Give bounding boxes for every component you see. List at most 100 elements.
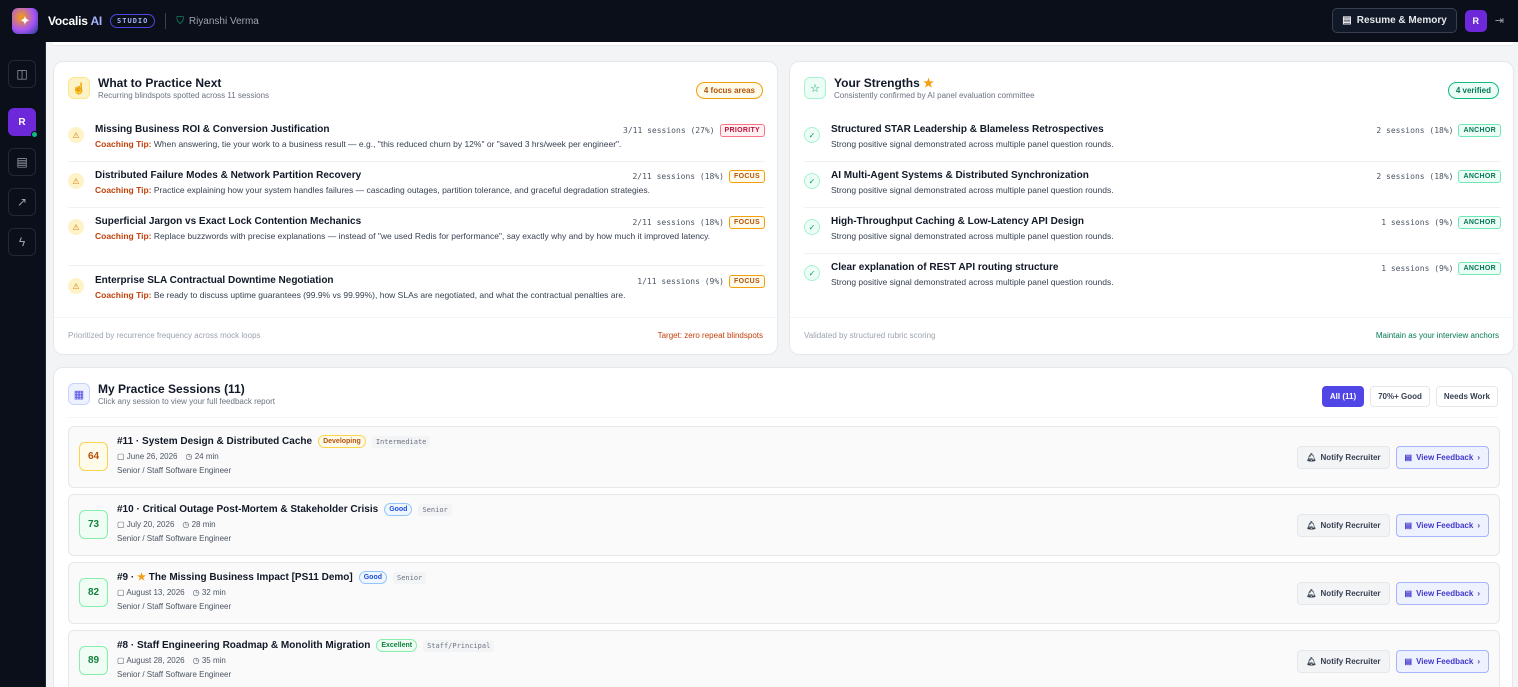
session-actions: 🔔︎ Notify Recruiter ▤ View Feedback › — [1297, 582, 1489, 605]
session-duration: ◷ 35 min — [193, 656, 226, 665]
bell-icon: 🔔︎ — [1306, 589, 1317, 598]
practice-item-title: Distributed Failure Modes & Network Part… — [95, 170, 362, 181]
view-feedback-button[interactable]: ▤ View Feedback › — [1395, 514, 1489, 537]
session-number: #9 · — [117, 572, 138, 583]
document-icon: ▤ — [1342, 15, 1352, 26]
filter-good[interactable]: 70%+ Good — [1370, 386, 1430, 407]
warning-icon: ⚠ — [68, 219, 84, 235]
focus-tag: FOCUS — [729, 216, 765, 229]
session-count: 2/11 sessions (18%) — [632, 172, 724, 181]
anchor-tag: ANCHOR — [1458, 262, 1501, 275]
anchor-tag: ANCHOR — [1458, 170, 1501, 183]
anchor-tag: ANCHOR — [1458, 124, 1501, 137]
strength-item-meta: 2 sessions (18%) ANCHOR — [1376, 124, 1501, 137]
document-icon: ▤ — [1404, 589, 1413, 598]
strength-item-desc: Strong positive signal demonstrated acro… — [831, 139, 1114, 149]
resume-memory-label: Resume & Memory — [1356, 15, 1447, 26]
view-feedback-button[interactable]: ▤ View Feedback › — [1395, 582, 1489, 605]
lightning-icon[interactable]: ϟ — [8, 228, 36, 256]
document-icon: ▤ — [1404, 453, 1413, 462]
main-content: ☝ What to Practice Next Recurring blinds… — [46, 42, 1518, 687]
practice-footer: Prioritized by recurrence frequency acro… — [68, 331, 763, 340]
session-count: 3/11 sessions (27%) — [623, 126, 715, 135]
strength-item-title: Structured STAR Leadership & Blameless R… — [831, 124, 1104, 135]
filter-needs-work[interactable]: Needs Work — [1435, 386, 1498, 407]
rating-badge: Developing — [318, 435, 366, 448]
session-actions: 🔔︎ Notify Recruiter ▤ View Feedback › — [1297, 446, 1489, 469]
practice-item-meta: 3/11 sessions (27%) PRIORITY — [623, 124, 765, 137]
notify-recruiter-button[interactable]: 🔔︎ Notify Recruiter — [1297, 650, 1390, 673]
warning-icon: ⚠ — [68, 173, 84, 189]
clock-icon: ◷ — [185, 452, 193, 461]
session-role: Senior / Staff Software Engineer — [117, 670, 232, 679]
practice-next-card: ☝ What to Practice Next Recurring blinds… — [53, 61, 778, 355]
filter-all[interactable]: All (11) — [1321, 386, 1365, 407]
notify-recruiter-label: Notify Recruiter — [1320, 453, 1381, 462]
divider — [68, 265, 765, 266]
notify-recruiter-label: Notify Recruiter — [1320, 657, 1381, 666]
session-row[interactable]: 89 #8 · Staff Engineering Roadmap & Mono… — [68, 630, 1500, 687]
notify-recruiter-label: Notify Recruiter — [1320, 589, 1381, 598]
view-feedback-button[interactable]: ▤ View Feedback › — [1395, 446, 1489, 469]
session-meta: ▢ August 13, 2026 ◷ 32 min — [117, 588, 226, 597]
documents-icon[interactable]: ▤ — [8, 148, 36, 176]
session-duration: ◷ 28 min — [182, 520, 215, 529]
practice-item-title: Missing Business ROI & Conversion Justif… — [95, 124, 330, 135]
strengths-header: ☆ Your Strengths ★ Consistently confirme… — [804, 76, 1035, 100]
session-duration-text: 24 min — [194, 452, 219, 461]
focus-tag: FOCUS — [729, 170, 765, 183]
notify-recruiter-button[interactable]: 🔔︎ Notify Recruiter — [1297, 446, 1390, 469]
level-tag: Staff/Principal — [423, 639, 495, 652]
divider — [68, 417, 1498, 418]
document-icon: ▤ — [1404, 657, 1413, 666]
session-row[interactable]: 82 #9 · ★ The Missing Business Impact [P… — [68, 562, 1500, 624]
session-title: #8 · Staff Engineering Roadmap & Monolit… — [117, 640, 371, 651]
session-duration-text: 35 min — [201, 656, 226, 665]
notify-recruiter-button[interactable]: 🔔︎ Notify Recruiter — [1297, 582, 1390, 605]
toggle-sidebar-icon[interactable]: ◫ — [8, 60, 36, 88]
practice-item-title: Superficial Jargon vs Exact Lock Content… — [95, 216, 362, 227]
session-title: #10 · Critical Outage Post-Mortem & Stak… — [117, 504, 379, 515]
divider — [804, 253, 1501, 254]
session-date-text: June 26, 2026 — [126, 452, 178, 461]
level-tag: Intermediate — [371, 435, 431, 448]
user-avatar[interactable]: R — [1464, 9, 1487, 32]
app-logo[interactable]: ✦ — [12, 8, 38, 34]
notify-recruiter-button[interactable]: 🔔︎ Notify Recruiter — [1297, 514, 1390, 537]
practice-title: What to Practice Next — [98, 76, 222, 90]
session-actions: 🔔︎ Notify Recruiter ▤ View Feedback › — [1297, 650, 1489, 673]
strength-item-title: High-Throughput Caching & Low-Latency AP… — [831, 216, 1084, 227]
clock-icon: ◷ — [182, 520, 190, 529]
session-title-row: #10 · Critical Outage Post-Mortem & Stak… — [117, 503, 452, 516]
sidebar-avatar[interactable]: R — [8, 108, 38, 138]
footer-divider — [54, 317, 777, 318]
clock-icon: ◷ — [192, 588, 200, 597]
coaching-tip-label: Coaching Tip: — [95, 139, 152, 149]
session-date-text: August 28, 2026 — [126, 656, 185, 665]
focus-areas-badge: 4 focus areas — [695, 82, 763, 99]
divider — [68, 161, 765, 162]
rating-badge: Excellent — [376, 639, 418, 652]
hand-point-icon: ☝ — [68, 77, 90, 99]
session-row[interactable]: 64 #11 · System Design & Distributed Cac… — [68, 426, 1500, 488]
divider — [68, 207, 765, 208]
strength-item-meta: 2 sessions (18%) ANCHOR — [1376, 170, 1501, 183]
resume-memory-button[interactable]: ▤ Resume & Memory — [1332, 8, 1457, 33]
studio-badge: STUDIO — [110, 14, 156, 28]
session-score: 73 — [79, 510, 108, 539]
focus-tag: FOCUS — [729, 275, 765, 288]
star-outline-icon: ☆ — [804, 77, 826, 99]
trending-icon[interactable]: ↗ — [8, 188, 36, 216]
strength-item-desc: Strong positive signal demonstrated acro… — [831, 277, 1114, 287]
chevron-right-icon: › — [1477, 589, 1480, 598]
session-actions: 🔔︎ Notify Recruiter ▤ View Feedback › — [1297, 514, 1489, 537]
coaching-tip-label: Coaching Tip: — [95, 231, 152, 241]
session-row[interactable]: 73 #10 · Critical Outage Post-Mortem & S… — [68, 494, 1500, 556]
check-circle-icon: ✓ — [804, 265, 820, 281]
strengths-title-row: Your Strengths ★ — [834, 76, 1035, 90]
view-feedback-button[interactable]: ▤ View Feedback › — [1395, 650, 1489, 673]
sessions-header: ▦ My Practice Sessions (11) Click any se… — [68, 382, 275, 406]
session-count: 1 sessions (9%) — [1381, 218, 1454, 227]
session-filters: All (11) 70%+ Good Needs Work — [1321, 386, 1498, 407]
logout-icon[interactable]: ⇥ — [1495, 14, 1504, 27]
